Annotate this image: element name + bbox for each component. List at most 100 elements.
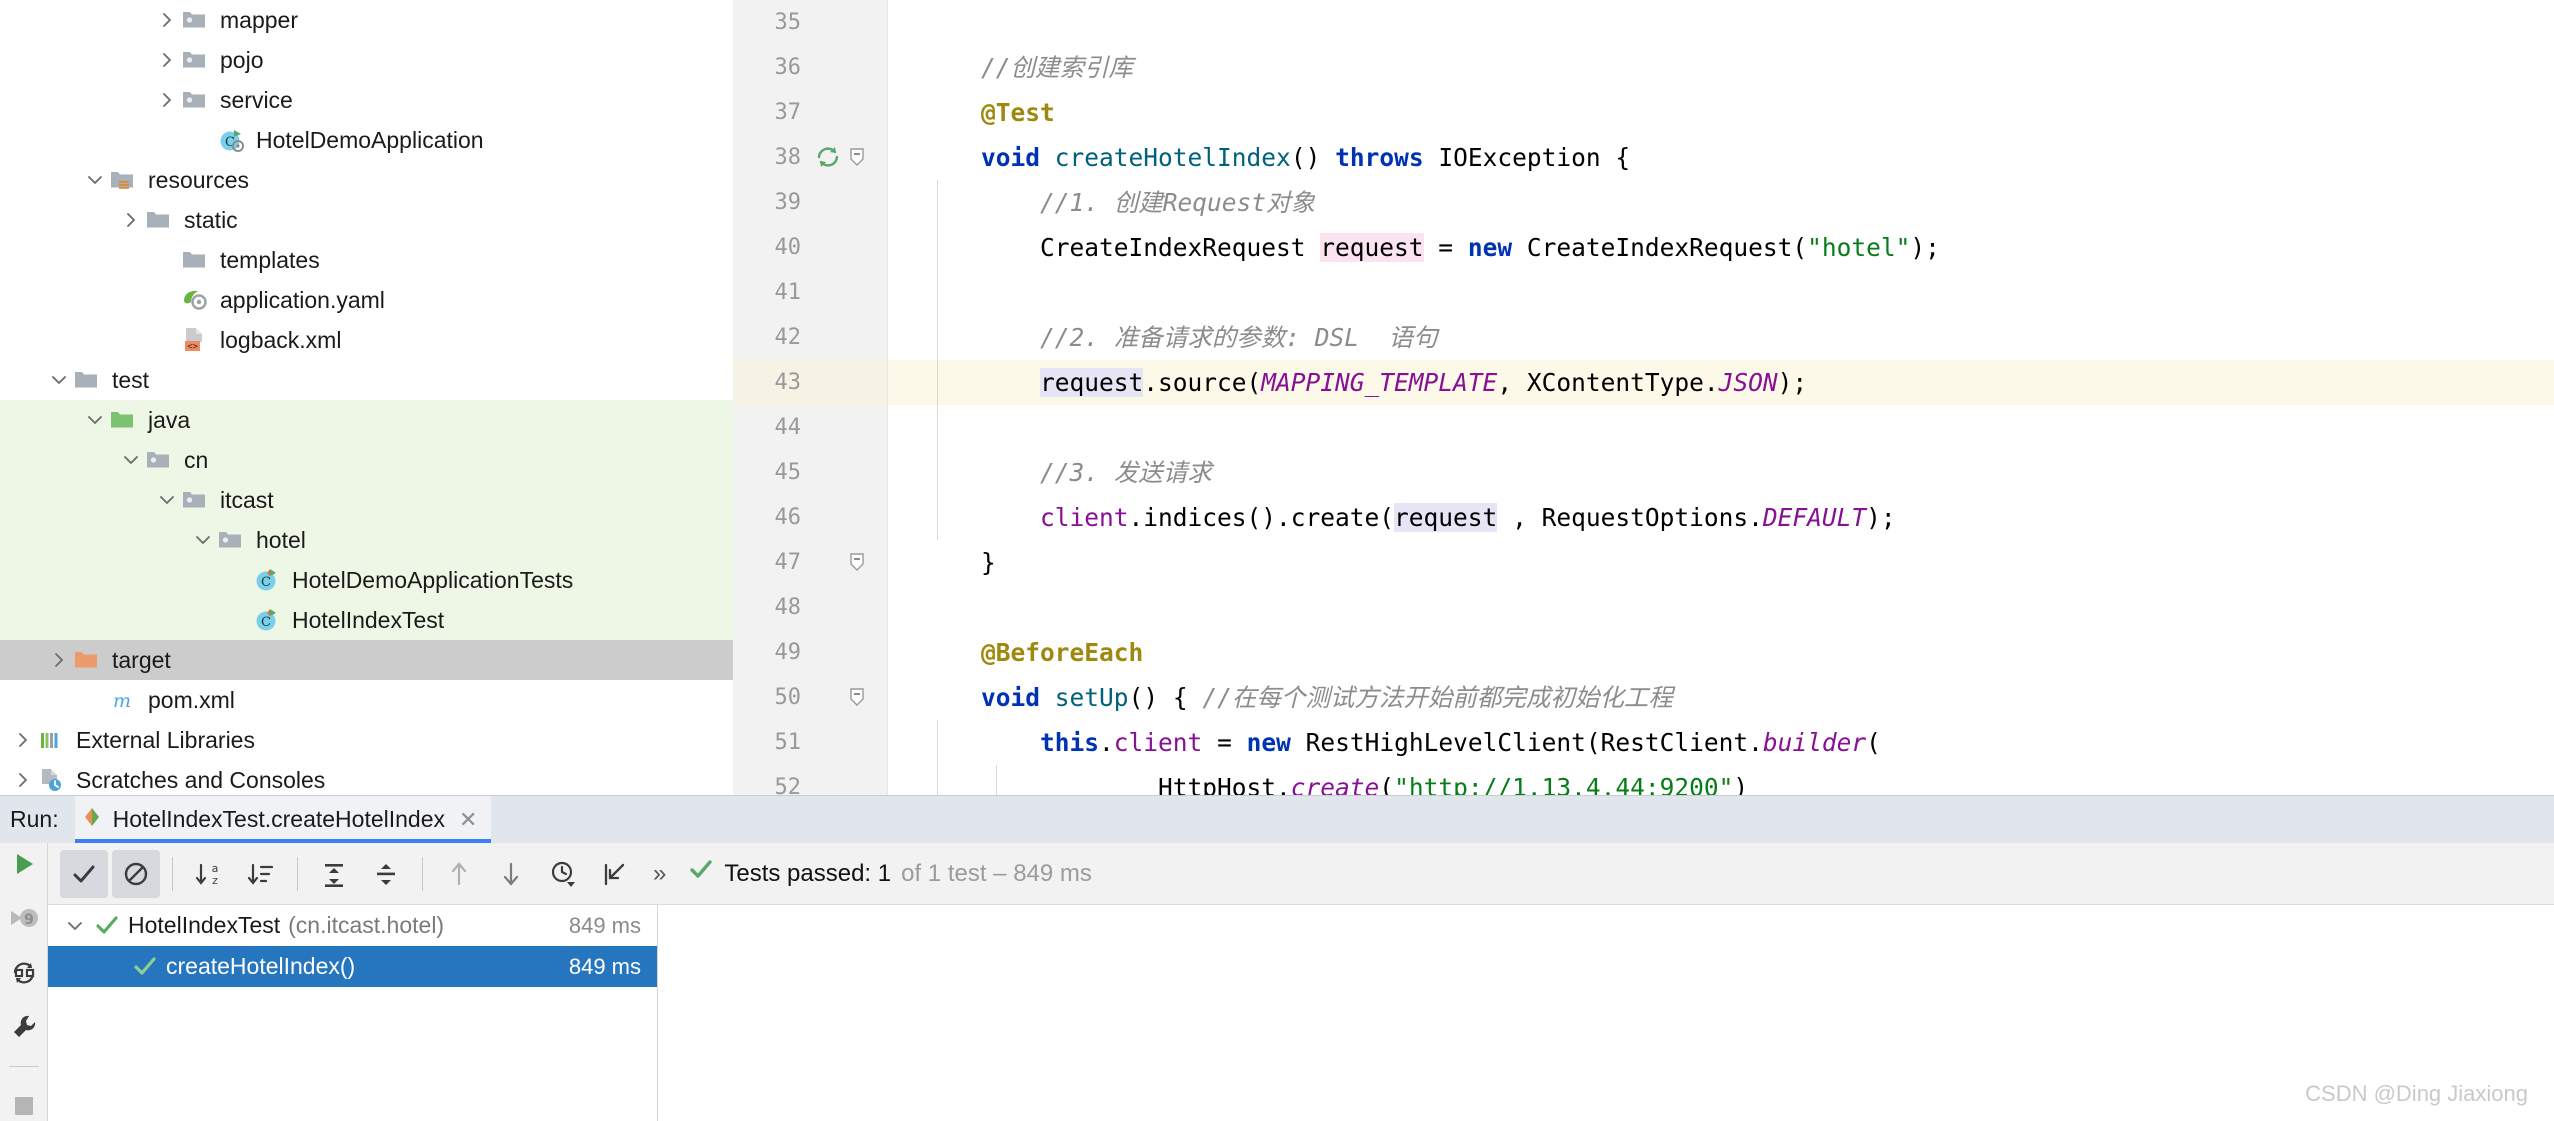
chevron-down-icon[interactable] [190, 527, 216, 553]
chevron-right-icon[interactable] [118, 207, 144, 233]
gutter-line[interactable]: 39 [733, 180, 887, 225]
hide-ignored-button[interactable] [112, 849, 160, 898]
gutter-line[interactable]: 47 [733, 540, 887, 585]
chevron-down-icon[interactable] [82, 407, 108, 433]
test-results-tree[interactable]: HotelIndexTest (cn.itcast.hotel) 849 ms cre… [48, 905, 658, 1121]
previous-failed-button[interactable] [435, 850, 483, 898]
run-test-gutter-icon[interactable] [815, 144, 841, 175]
gutter-line[interactable]: 50 [733, 675, 887, 720]
gutter-line[interactable]: 48 [733, 585, 887, 630]
chevron-down-icon[interactable] [118, 447, 144, 473]
tree-row[interactable]: hotel [0, 520, 733, 560]
code-line[interactable]: void setUp() { //在每个测试方法开始前都完成初始化工程 [888, 675, 2554, 720]
tree-row[interactable]: itcast [0, 480, 733, 520]
line-number: 37 [774, 100, 802, 125]
tree-row[interactable]: service [0, 80, 733, 120]
chevron-right-icon[interactable] [154, 47, 180, 73]
code-line[interactable] [888, 405, 2554, 450]
tree-row[interactable]: m pom.xml [0, 680, 733, 720]
project-tree-panel[interactable]: mapper pojo service C HotelDemoApplication re… [0, 0, 733, 795]
toggle-auto-test-button[interactable] [4, 958, 44, 988]
close-icon[interactable]: ✕ [455, 807, 477, 833]
gutter-line[interactable]: 43 [733, 360, 887, 405]
code-line[interactable]: //3. 发送请求 [888, 450, 2554, 495]
tree-row[interactable]: C HotelDemoApplicationTests [0, 560, 733, 600]
gutter-line[interactable]: 37 [733, 90, 887, 135]
tree-row[interactable]: Scratches and Consoles [0, 760, 733, 795]
code-line[interactable]: request.source(MAPPING_TEMPLATE, XConten… [888, 360, 2554, 405]
code-line[interactable]: void createHotelIndex() throws IOExcepti… [888, 135, 2554, 180]
toolbar-overflow-chevron[interactable]: » [643, 860, 676, 888]
settings-button[interactable] [4, 1012, 44, 1042]
chevron-down-icon[interactable] [154, 487, 180, 513]
tree-row[interactable]: test [0, 360, 733, 400]
editor-gutter[interactable]: 35 36 37 38 39 40 41 42 43 44 45 46 47 48 49 50 51 52 [733, 0, 888, 800]
rerun-button[interactable] [4, 849, 44, 879]
expand-all-button[interactable] [310, 850, 358, 898]
rerun-failed-tests-button[interactable]: 9 [4, 903, 44, 933]
next-failed-button[interactable] [487, 850, 535, 898]
gutter-line[interactable]: 35 [733, 0, 887, 45]
tree-item-label: test [112, 366, 150, 393]
tree-row[interactable]: mapper [0, 0, 733, 40]
tree-row[interactable]: C HotelDemoApplication [0, 120, 733, 160]
run-tab[interactable]: HotelIndexTest.createHotelIndex ✕ [74, 795, 492, 844]
test-result-row[interactable]: HotelIndexTest (cn.itcast.hotel) 849 ms [48, 905, 657, 946]
console-pane[interactable] [658, 905, 2554, 1121]
tree-row[interactable]: resources [0, 160, 733, 200]
show-passed-button[interactable] [60, 849, 108, 898]
code-line[interactable]: //1. 创建Request对象 [888, 180, 2554, 225]
code-area[interactable]: //创建索引库 @Test void createHotelIndex() th… [888, 0, 2554, 795]
collapse-all-button[interactable] [362, 850, 410, 898]
code-line[interactable]: //创建索引库 [888, 45, 2554, 90]
gutter-line[interactable]: 38 [733, 135, 887, 180]
code-line[interactable]: @BeforeEach [888, 630, 2554, 675]
test-history-button[interactable] [539, 850, 587, 898]
test-result-row[interactable]: createHotelIndex() 849 ms [48, 946, 657, 987]
code-line[interactable]: HttpHost.create("http://1.13.4.44:9200") [888, 765, 2554, 795]
code-line[interactable]: CreateIndexRequest request = new CreateI… [888, 225, 2554, 270]
chevron-down-icon[interactable] [46, 367, 72, 393]
code-line[interactable] [888, 585, 2554, 630]
chevron-right-icon[interactable] [10, 767, 36, 793]
code-fold-icon[interactable] [849, 552, 865, 577]
sort-alphabetically-button[interactable]: a z [185, 850, 233, 898]
gutter-line[interactable]: 45 [733, 450, 887, 495]
tree-row[interactable]: static [0, 200, 733, 240]
gutter-line[interactable]: 51 [733, 720, 887, 765]
gutter-line[interactable]: 36 [733, 45, 887, 90]
tree-row[interactable]: cn [0, 440, 733, 480]
tree-row[interactable]: <> logback.xml [0, 320, 733, 360]
gutter-line[interactable]: 46 [733, 495, 887, 540]
chevron-right-icon[interactable] [46, 647, 72, 673]
gutter-line[interactable]: 42 [733, 315, 887, 360]
code-line[interactable]: //2. 准备请求的参数: DSL 语句 [888, 315, 2554, 360]
chevron-right-icon[interactable] [154, 87, 180, 113]
stop-button[interactable] [4, 1091, 44, 1121]
code-line[interactable]: client.indices().create(request , Reques… [888, 495, 2554, 540]
code-fold-icon[interactable] [849, 147, 865, 172]
import-tests-button[interactable] [591, 850, 639, 898]
tree-row[interactable]: C HotelIndexTest [0, 600, 733, 640]
tree-row[interactable]: application.yaml [0, 280, 733, 320]
code-fold-icon[interactable] [849, 687, 865, 712]
code-line[interactable]: @Test [888, 90, 2554, 135]
chevron-down-icon[interactable] [82, 167, 108, 193]
sort-by-duration-button[interactable] [237, 850, 285, 898]
tree-row[interactable]: External Libraries [0, 720, 733, 760]
chevron-right-icon[interactable] [10, 727, 36, 753]
tree-row[interactable]: templates [0, 240, 733, 280]
gutter-line[interactable]: 44 [733, 405, 887, 450]
gutter-line[interactable]: 40 [733, 225, 887, 270]
gutter-line[interactable]: 49 [733, 630, 887, 675]
tree-row[interactable]: pojo [0, 40, 733, 80]
code-line[interactable]: } [888, 540, 2554, 585]
tree-row[interactable]: java [0, 400, 733, 440]
chevron-right-icon[interactable] [154, 7, 180, 33]
chevron-down-icon[interactable] [58, 917, 92, 935]
code-line[interactable] [888, 270, 2554, 315]
gutter-line[interactable]: 41 [733, 270, 887, 315]
code-line[interactable]: this.client = new RestHighLevelClient(Re… [888, 720, 2554, 765]
tree-row[interactable]: target [0, 640, 733, 680]
code-line[interactable] [888, 0, 2554, 45]
